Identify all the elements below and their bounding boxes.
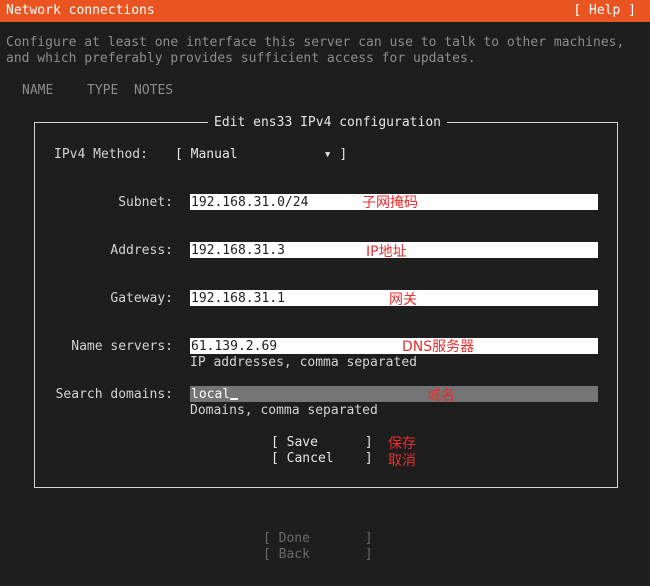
help-button[interactable]: [ Help ] bbox=[573, 3, 636, 18]
address-label: Address: bbox=[110, 243, 173, 258]
header-bar: Network connections [ Help ] bbox=[0, 0, 650, 22]
gateway-annotation: 网关 bbox=[389, 292, 417, 308]
subnet-label: Subnet: bbox=[118, 195, 173, 210]
cancel-annotation: 取消 bbox=[388, 453, 416, 469]
name-servers-annotation: DNS服务器 bbox=[402, 339, 475, 355]
column-header-type: TYPE bbox=[87, 83, 119, 98]
page-title: Network connections bbox=[6, 3, 155, 18]
name-servers-label: Name servers: bbox=[71, 339, 173, 354]
column-header-notes: NOTES bbox=[134, 83, 174, 98]
search-domains-value: local bbox=[191, 387, 231, 402]
done-button[interactable]: [ Done ] bbox=[263, 531, 373, 546]
name-servers-input[interactable]: 61.139.2.69 bbox=[190, 338, 598, 354]
search-domains-hint: Domains, comma separated bbox=[190, 403, 378, 418]
text-cursor bbox=[230, 398, 239, 400]
ipv4-method-label: IPv4 Method: bbox=[54, 147, 148, 162]
search-domains-label: Search domains: bbox=[55, 387, 173, 402]
dialog-title: Edit ens33 IPv4 configuration bbox=[208, 115, 447, 130]
search-domains-annotation: 域名 bbox=[427, 388, 455, 404]
subnet-annotation: 子网掩码 bbox=[362, 195, 418, 211]
description-line-2: and which preferably provides sufficient… bbox=[6, 51, 476, 66]
description-line-1: Configure at least one interface this se… bbox=[6, 35, 625, 50]
gateway-label: Gateway: bbox=[110, 291, 173, 306]
cancel-button[interactable]: [ Cancel ] bbox=[271, 451, 373, 466]
column-header-name: NAME bbox=[22, 83, 54, 98]
address-annotation: IP地址 bbox=[366, 244, 407, 260]
ipv4-method-select[interactable]: [ Manual ▾ ] bbox=[175, 147, 347, 162]
name-servers-hint: IP addresses, comma separated bbox=[190, 355, 417, 370]
back-button[interactable]: [ Back ] bbox=[263, 547, 373, 562]
search-domains-input[interactable]: local bbox=[190, 386, 598, 402]
page-description: Configure at least one interface this se… bbox=[6, 35, 624, 67]
save-button[interactable]: [ Save ] bbox=[271, 435, 373, 450]
